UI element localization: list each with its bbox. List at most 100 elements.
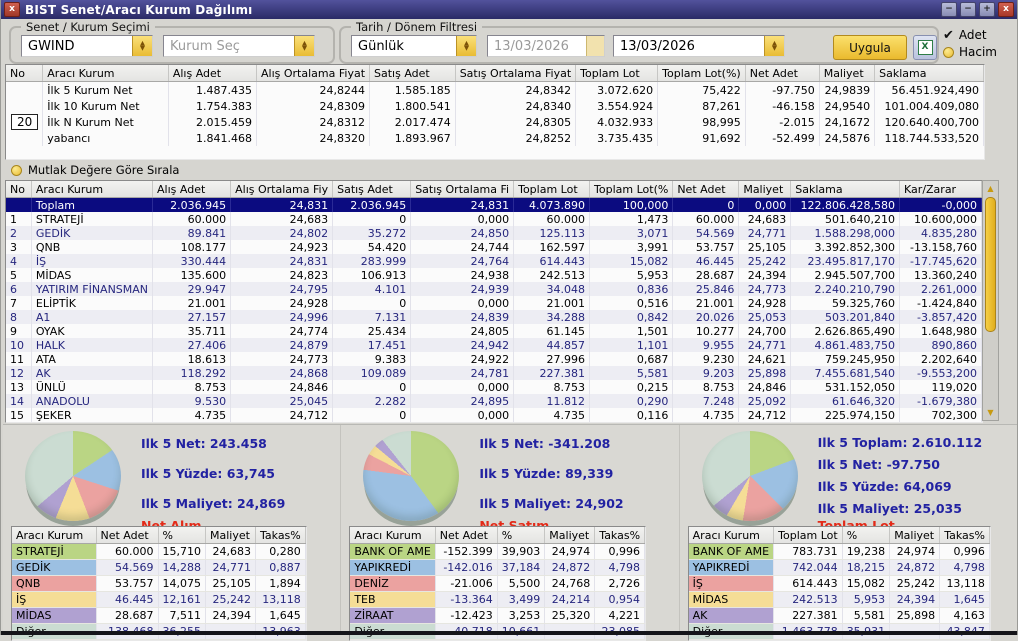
column-header[interactable]: No — [6, 181, 32, 198]
table-row[interactable]: GEDİK 54.569 14,288 24,771 0,887 — [12, 559, 306, 576]
table-row[interactable]: İŞ 46.445 12,161 25,242 13,118 — [12, 591, 306, 608]
column-header[interactable]: Maliyet — [889, 527, 941, 544]
table-row[interactable]: ZİRAAT -12.423 3,253 25,320 4,221 — [350, 607, 646, 624]
senet-combobox[interactable]: GWIND ▲ ▼ — [21, 35, 153, 57]
table-row[interactable]: AK 227.381 5,581 25,898 4,163 — [688, 607, 990, 624]
column-header[interactable]: Kar/Zarar — [899, 181, 982, 198]
column-header[interactable]: Takas% — [255, 527, 306, 544]
column-header[interactable]: % — [158, 527, 206, 544]
apply-button[interactable]: Uygula — [833, 35, 907, 60]
combo-arrows-icon[interactable]: ▲ ▼ — [294, 36, 314, 56]
vertical-scrollbar[interactable]: ▲ ▼ — [982, 180, 999, 421]
column-header[interactable]: Maliyet — [544, 527, 596, 544]
column-header[interactable]: Takas% — [594, 527, 646, 544]
table-row[interactable]: 14 ANADOLU 9.530 25,045 2.282 24,895 11.812 0,2… — [6, 394, 982, 408]
column-header[interactable]: Saklama — [790, 181, 901, 198]
table-row[interactable]: DENİZ -21.006 5,500 24,768 2,726 — [350, 575, 646, 592]
column-header[interactable]: Net Adet — [672, 181, 740, 198]
table-row[interactable]: 9 OYAK 35.711 24,774 25.434 24,805 61.145 1,501… — [6, 324, 982, 338]
table-row[interactable]: 15 ŞEKER 4.735 24,712 0 0,000 4.735 0,116 4.735 2… — [6, 408, 982, 422]
table-row[interactable]: 10 HALK 27.406 24,879 17.451 24,942 44.857 1,10… — [6, 338, 982, 352]
column-header[interactable]: Takas% — [939, 527, 990, 544]
table-row[interactable]: 8 A1 27.157 24,996 7.131 24,839 34.288 0,842 20.… — [6, 310, 982, 324]
column-header[interactable]: % — [842, 527, 891, 544]
column-header[interactable]: Alış Ortalama Fiyat — [256, 65, 371, 82]
maximize-button[interactable]: + — [979, 2, 995, 17]
table-row[interactable]: 2 GEDİK 89.841 24,802 35.272 24,850 125.113 3,0… — [6, 226, 982, 240]
column-header[interactable]: Aracı Kurum — [31, 181, 154, 198]
table-row[interactable]: STRATEJİ 60.000 15,710 24,683 0,280 — [12, 543, 306, 560]
close-icon[interactable]: x — [4, 2, 20, 17]
table-row[interactable]: MİDAS 242.513 5,953 24,394 1,645 — [688, 591, 990, 608]
table-row[interactable]: İlk 5 Kurum Net 1.487.435 24,8244 1.585.185… — [6, 81, 984, 98]
column-header[interactable]: Aracı Kurum — [42, 65, 169, 82]
table-row[interactable]: 11 ATA 18.613 24,773 9.383 24,922 27.996 0,687 9… — [6, 352, 982, 366]
sort-radio-icon[interactable] — [11, 164, 22, 176]
column-header[interactable]: Toplam Lot(% — [589, 181, 674, 198]
table-row[interactable]: QNB 53.757 14,075 25,105 1,894 — [12, 575, 306, 592]
column-header[interactable]: Toplam Lot — [513, 181, 591, 198]
minimize-button[interactable]: − — [941, 2, 957, 17]
table-row[interactable]: TEB -13.364 3,499 24,214 0,954 — [350, 591, 646, 608]
column-header[interactable]: Aracı Kurum — [688, 527, 775, 544]
column-header[interactable]: Toplam Lot — [575, 65, 659, 82]
adet-radio[interactable]: ✔ Adet — [943, 28, 997, 42]
shade-button[interactable]: − — [960, 2, 976, 17]
cell: 0,687 — [589, 352, 674, 366]
close-button[interactable]: x — [998, 2, 1014, 17]
table-row[interactable]: yabancı 1.841.468 24,8320 1.893.967 24,8252 3… — [6, 130, 984, 146]
column-header[interactable]: Aracı Kurum — [350, 527, 436, 544]
n-kurum-input[interactable]: 20 — [11, 114, 39, 130]
cell: 25,045 — [230, 394, 334, 408]
table-row[interactable]: 13 ÜNLÜ 8.753 24,846 0 0,000 8.753 0,215 8.753 24… — [6, 380, 982, 394]
column-header[interactable]: Satış Adet — [332, 181, 412, 198]
table-row[interactable]: 4 İŞ 330.444 24,831 283.999 24,764 614.443 15,0… — [6, 254, 982, 268]
kurum-combobox[interactable]: Kurum Seç ▲ ▼ — [163, 35, 315, 57]
cell: 25,242 — [889, 575, 941, 592]
table-row[interactable]: 6 YATIRIM FİNANSMAN 29.947 24,795 4.101 24,93… — [6, 282, 982, 296]
column-header[interactable]: % — [497, 527, 546, 544]
date-to-field[interactable]: 13/03/2026 ▲ ▼ — [613, 35, 785, 57]
column-header[interactable]: Saklama — [874, 65, 984, 82]
column-header[interactable]: Alış Ortalama Fiy — [230, 181, 334, 198]
column-header[interactable]: Alış Adet — [152, 181, 232, 198]
hacim-radio[interactable]: Hacim — [943, 45, 997, 59]
column-header[interactable]: No — [6, 65, 44, 82]
table-row[interactable]: 7 ELİPTİK 21.001 24,928 0 0,000 21.001 0,516 21.… — [6, 296, 982, 310]
combo-arrows-icon[interactable]: ▲ ▼ — [132, 36, 152, 56]
column-header[interactable]: Satış Ortalama Fiyat — [455, 65, 577, 82]
scroll-down-icon[interactable]: ▼ — [984, 406, 997, 419]
scroll-up-icon[interactable]: ▲ — [984, 182, 997, 195]
column-header[interactable]: Satış Adet — [369, 65, 456, 82]
export-excel-button[interactable]: X — [913, 35, 937, 60]
column-header[interactable]: Maliyet — [205, 527, 256, 544]
table-row[interactable]: Toplam 2.036.945 24,831 2.036.945 24,831 4.07… — [6, 197, 982, 212]
table-row[interactable]: 1 STRATEJİ 60.000 24,683 0 0,000 60.000 1,473 60… — [6, 212, 982, 226]
column-header[interactable]: Net Adet — [435, 527, 498, 544]
column-header[interactable]: Net Adet — [745, 65, 820, 82]
table-row[interactable]: BANK OF AME -152.399 39,903 24,974 0,996 — [350, 543, 646, 560]
combo-arrows-icon[interactable]: ▲ ▼ — [456, 36, 476, 56]
table-row[interactable]: YAPIKREDİ -142.016 37,184 24,872 4,798 — [350, 559, 646, 576]
period-combobox[interactable]: Günlük ▲ ▼ — [351, 35, 477, 57]
table-row[interactable]: 12 AK 118.292 24,868 109.089 24,781 227.381 5,5… — [6, 366, 982, 380]
sort-option[interactable]: Mutlak Değere Göre Sırala — [11, 163, 179, 177]
column-header[interactable]: Toplam Lot — [773, 527, 843, 544]
table-row[interactable]: 3 QNB 108.177 24,923 54.420 24,744 162.597 3,99… — [6, 240, 982, 254]
table-row[interactable]: BANK OF AME 783.731 19,238 24,974 0,996 — [688, 543, 990, 560]
table-row[interactable]: YAPIKREDİ 742.044 18,215 24,872 4,798 — [688, 559, 990, 576]
table-row[interactable]: İŞ 614.443 15,082 25,242 13,118 — [688, 575, 990, 592]
column-header[interactable]: Alış Adet — [168, 65, 258, 82]
column-header[interactable]: Maliyet — [738, 181, 792, 198]
column-header[interactable]: Toplam Lot(%) — [657, 65, 746, 82]
column-header[interactable]: Maliyet — [819, 65, 876, 82]
table-row[interactable]: İlk 10 Kurum Net 1.754.383 24,8309 1.800.54… — [6, 98, 984, 114]
table-row[interactable]: 5 MİDAS 135.600 24,823 106.913 24,938 242.513 5… — [6, 268, 982, 282]
table-row[interactable]: MİDAS 28.687 7,511 24,394 1,645 — [12, 607, 306, 624]
column-header[interactable]: Satış Ortalama Fi — [410, 181, 515, 198]
table-row[interactable]: 20 İlk N Kurum Net 2.015.459 24,8312 2.017.4… — [6, 114, 984, 130]
column-header[interactable]: Net Adet — [96, 527, 159, 544]
column-header[interactable]: Aracı Kurum — [12, 527, 97, 544]
combo-arrows-icon[interactable]: ▲ ▼ — [764, 36, 784, 56]
scroll-thumb[interactable] — [985, 197, 996, 332]
